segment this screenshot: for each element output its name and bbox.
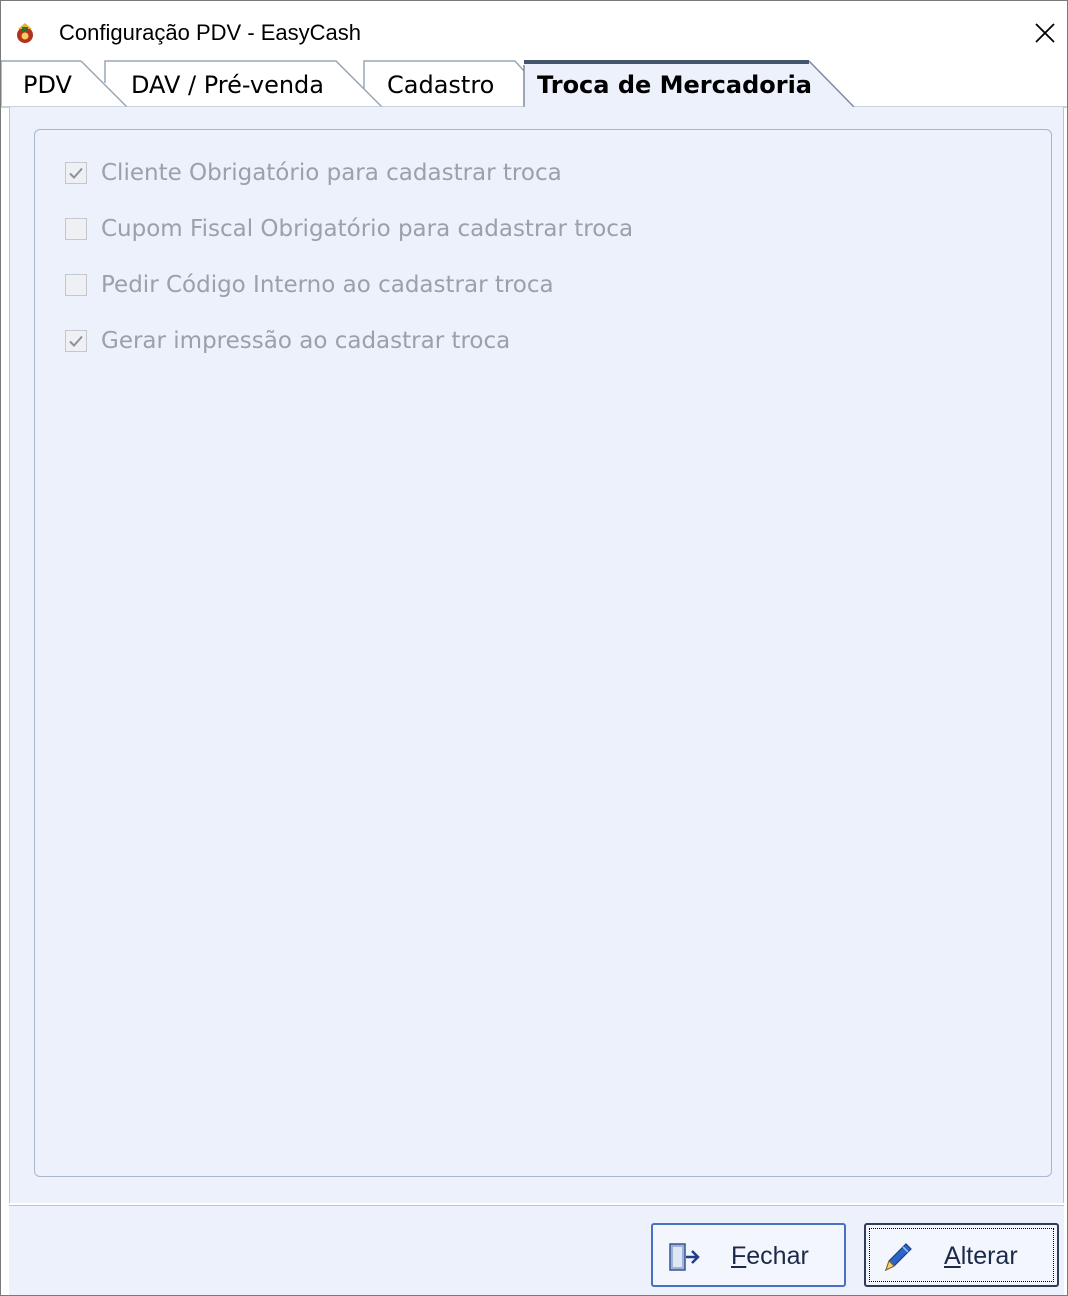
checkbox-pedir-codigo-interno[interactable] xyxy=(65,274,87,296)
option-label: Cliente Obrigatório para cadastrar troca xyxy=(101,160,562,186)
exit-door-icon xyxy=(669,1243,700,1271)
tab-pdv[interactable]: PDV xyxy=(1,59,101,108)
alterar-mnemonic: A xyxy=(944,1242,961,1270)
options-group: Cliente Obrigatório para cadastrar troca… xyxy=(34,129,1052,1177)
alterar-button[interactable]: Alterar xyxy=(864,1223,1059,1287)
tab-content-panel: Cliente Obrigatório para cadastrar troca… xyxy=(9,107,1064,1203)
checkbox-cupom-fiscal-obrigatorio[interactable] xyxy=(65,218,87,240)
fechar-button[interactable]: Fechar xyxy=(651,1223,846,1287)
tab-troca-label: Troca de Mercadoria xyxy=(537,71,812,99)
checkmark-icon xyxy=(69,167,83,179)
option-label: Gerar impressão ao cadastrar troca xyxy=(101,328,511,354)
title-bar: Configuração PDV - EasyCash xyxy=(1,1,1067,59)
tab-troca-de-mercadoria[interactable]: Troca de Mercadoria xyxy=(524,59,844,108)
option-cupom-fiscal-obrigatorio[interactable]: Cupom Fiscal Obrigatório para cadastrar … xyxy=(65,213,633,245)
button-bar: Fechar Alterar xyxy=(9,1203,1064,1295)
window-title: Configuração PDV - EasyCash xyxy=(59,20,362,45)
close-window-button[interactable] xyxy=(1023,13,1067,53)
pencil-icon xyxy=(884,1243,912,1272)
checkbox-gerar-impressao[interactable] xyxy=(65,330,87,352)
checkmark-icon xyxy=(69,335,83,347)
tab-pdv-label: PDV xyxy=(23,71,72,99)
option-gerar-impressao[interactable]: Gerar impressão ao cadastrar troca xyxy=(65,325,510,357)
checkbox-cliente-obrigatorio[interactable] xyxy=(65,162,87,184)
close-icon xyxy=(1035,23,1055,43)
app-icon xyxy=(17,23,33,43)
alterar-button-label: Alterar xyxy=(944,1242,1018,1271)
option-label: Pedir Código Interno ao cadastrar troca xyxy=(101,272,554,298)
alterar-label-rest: lterar xyxy=(960,1242,1018,1270)
tab-cadastro-label: Cadastro xyxy=(387,71,495,99)
option-label: Cupom Fiscal Obrigatório para cadastrar … xyxy=(101,216,634,242)
option-pedir-codigo-interno[interactable]: Pedir Código Interno ao cadastrar troca xyxy=(65,269,554,301)
tab-cadastro[interactable]: Cadastro xyxy=(364,59,519,108)
tab-dav-pre-venda[interactable]: DAV / Pré-venda xyxy=(105,59,360,108)
config-window: Configuração PDV - EasyCash PDV DAV / Pr… xyxy=(0,0,1068,1296)
fechar-mnemonic: F xyxy=(731,1242,747,1270)
fechar-button-label: Fechar xyxy=(731,1242,809,1271)
option-cliente-obrigatorio[interactable]: Cliente Obrigatório para cadastrar troca xyxy=(65,157,562,189)
tab-dav-label: DAV / Pré-venda xyxy=(131,71,324,99)
fechar-label-rest: echar xyxy=(746,1242,809,1270)
tab-strip: PDV DAV / Pré-venda Cadastro Troca de Me… xyxy=(1,59,1067,109)
